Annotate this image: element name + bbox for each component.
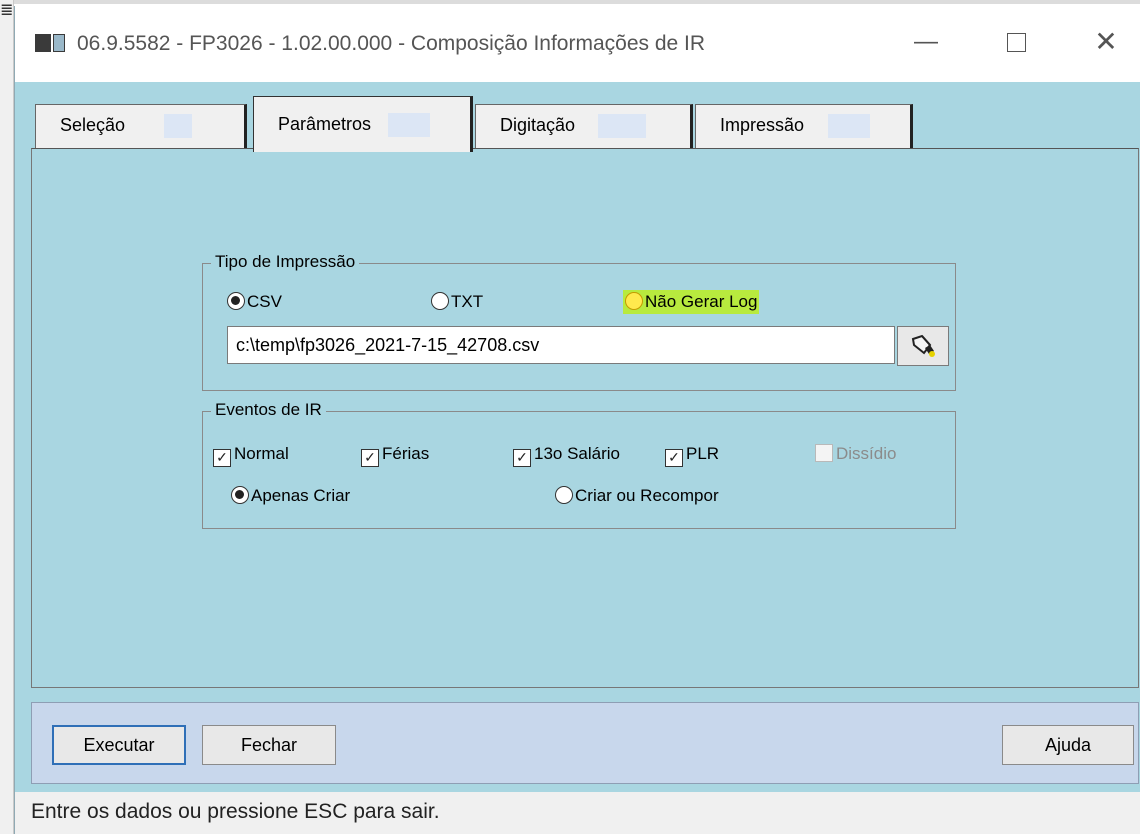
radio-indicator [555, 486, 573, 504]
tipo-impressao-group: Tipo de Impressão CSV TXT Não Gerar Log [202, 252, 956, 391]
checkbox-indicator [815, 444, 833, 462]
radio-apenas-criar[interactable]: Apenas Criar [231, 486, 350, 506]
group-label: Tipo de Impressão [211, 252, 360, 272]
radio-indicator [227, 292, 245, 310]
checkbox-label: Dissídio [836, 444, 897, 463]
button-bar: Executar Fechar Ajuda [31, 702, 1139, 784]
background-text-fragment: ≣ [0, 2, 14, 19]
tab-color-swatch [164, 114, 192, 138]
eventos-ir-group: Eventos de IR ✓ Normal ✓ Férias ✓ 13o Salár… [202, 400, 956, 529]
tab-color-swatch [388, 113, 430, 137]
checkbox-label: 13o Salário [534, 444, 621, 463]
group-label: Eventos de IR [211, 400, 326, 420]
tab-digitacao[interactable]: Digitação [475, 104, 693, 149]
checkbox-13o-salario[interactable]: ✓ 13o Salário [513, 444, 620, 467]
check-icon: ✓ [213, 449, 231, 467]
radio-label: Apenas Criar [251, 486, 351, 505]
radio-indicator [431, 292, 449, 310]
maximize-button[interactable] [993, 22, 1039, 62]
status-message: Entre os dados ou pressione ESC para sai… [31, 800, 440, 823]
tab-label: Digitação [500, 115, 576, 135]
checkbox-label: Normal [234, 444, 289, 463]
status-bar: Entre os dados ou pressione ESC para sai… [15, 792, 1140, 834]
tab-selecao[interactable]: Seleção [35, 104, 247, 149]
checkbox-ferias[interactable]: ✓ Férias [361, 444, 429, 467]
checkbox-label: PLR [686, 444, 720, 463]
tab-parametros[interactable]: Parâmetros [253, 96, 473, 152]
window-title: 06.9.5582 - FP3026 - 1.02.00.000 - Compo… [77, 32, 706, 55]
radio-nao-gerar-log[interactable]: Não Gerar Log [623, 290, 760, 314]
title-bar: 06.9.5582 - FP3026 - 1.02.00.000 - Compo… [15, 6, 1140, 82]
radio-indicator [231, 486, 249, 504]
maximize-icon [1006, 33, 1026, 53]
check-icon: ✓ [665, 449, 683, 467]
parametros-panel: Tipo de Impressão CSV TXT Não Gerar Log [31, 148, 1139, 688]
check-icon: ✓ [361, 449, 379, 467]
browse-file-button[interactable] [897, 326, 949, 366]
tab-color-swatch [598, 114, 646, 138]
radio-criar-ou-recompor[interactable]: Criar ou Recompor [555, 486, 719, 506]
app-window-icon [35, 32, 65, 54]
background-app-edge: ≣ [0, 0, 14, 834]
ajuda-button[interactable]: Ajuda [1002, 725, 1134, 765]
tab-label: Impressão [720, 115, 805, 135]
tab-color-swatch [828, 114, 870, 138]
executar-button[interactable]: Executar [52, 725, 186, 765]
minimize-button[interactable]: — [903, 22, 949, 62]
checkbox-normal[interactable]: ✓ Normal [213, 444, 289, 467]
file-path-input[interactable] [227, 326, 895, 364]
radio-txt[interactable]: TXT [431, 292, 483, 312]
checkbox-plr[interactable]: ✓ PLR [665, 444, 719, 467]
check-icon: ✓ [513, 449, 531, 467]
radio-label: TXT [451, 292, 484, 311]
dialog-window: 06.9.5582 - FP3026 - 1.02.00.000 - Compo… [14, 6, 1140, 834]
checkbox-dissidio: Dissídio [815, 444, 896, 464]
flashlight-icon [911, 334, 935, 357]
background-app-top [14, 0, 1140, 4]
fechar-button[interactable]: Fechar [202, 725, 336, 765]
tab-label: Parâmetros [278, 114, 372, 134]
checkbox-label: Férias [382, 444, 430, 463]
radio-label: Não Gerar Log [645, 292, 758, 311]
close-button[interactable]: ✕ [1083, 22, 1129, 62]
tab-impressao[interactable]: Impressão [695, 104, 913, 149]
radio-csv[interactable]: CSV [227, 292, 282, 312]
radio-label: Criar ou Recompor [575, 486, 719, 505]
tab-label: Seleção [60, 115, 126, 135]
radio-indicator [625, 292, 643, 310]
radio-label: CSV [247, 292, 282, 311]
